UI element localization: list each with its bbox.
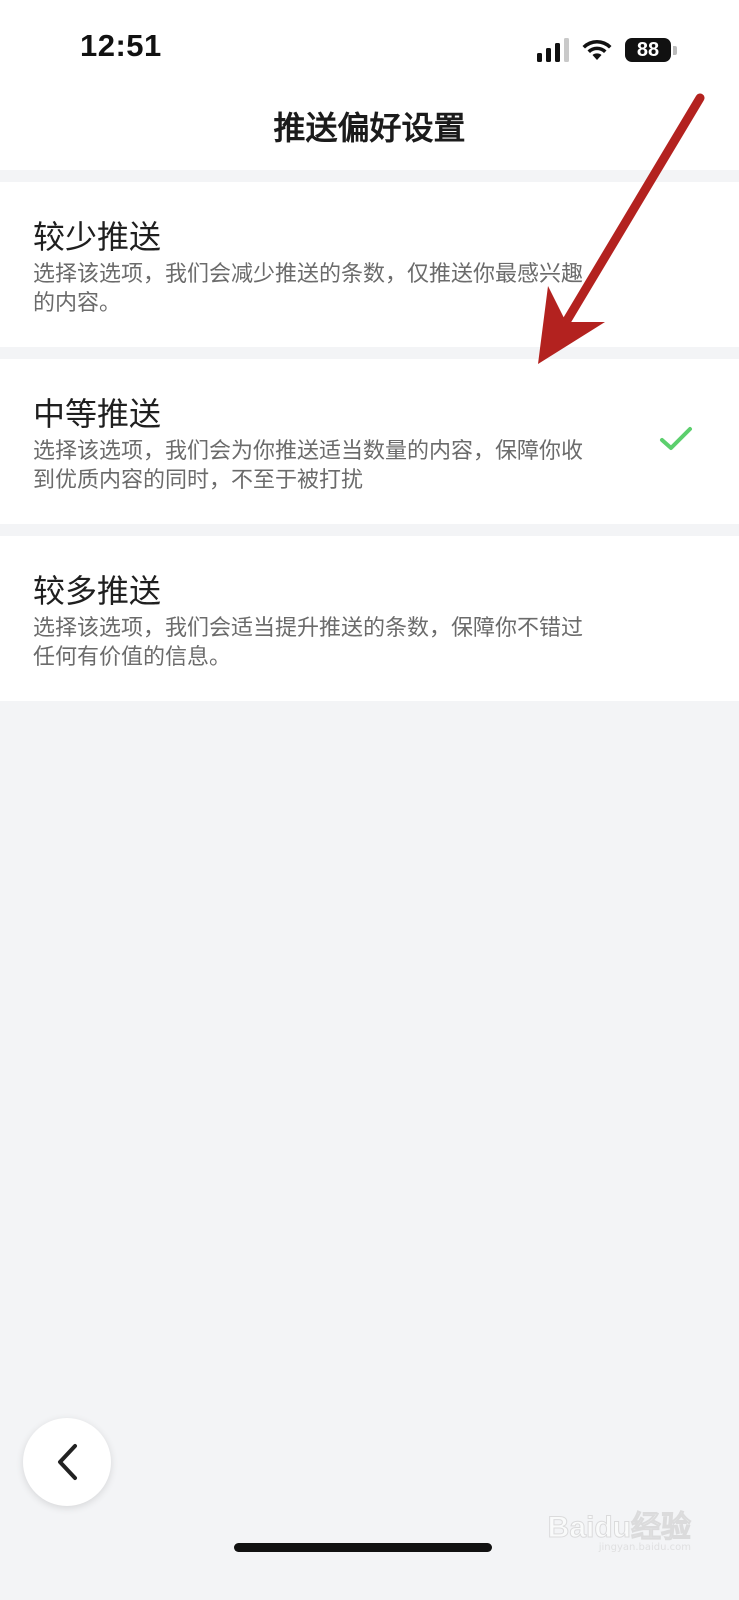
option-more-push[interactable]: 较多推送 选择该选项，我们会适当提升推送的条数，保障你不错过任何有价值的信息。 (0, 536, 739, 701)
cellular-signal-icon (537, 38, 569, 62)
home-indicator[interactable] (234, 1543, 492, 1552)
battery-level: 88 (636, 39, 660, 61)
page-title: 推送偏好设置 (273, 109, 466, 147)
option-title: 较多推送 (33, 572, 162, 610)
nav-bar: 推送偏好设置 (0, 92, 739, 170)
option-title: 中等推送 (33, 395, 162, 433)
battery-icon: 88 (625, 38, 671, 62)
watermark-url: jingyan.baidu.com (598, 1542, 691, 1553)
watermark: Baidu经验 jingyan.baidu.com (547, 1502, 691, 1554)
watermark-logo: Baidu经验 (547, 1511, 691, 1545)
option-description: 选择该选项，我们会减少推送的条数，仅推送你最感兴趣的内容。 (33, 262, 584, 316)
option-title: 较少推送 (33, 218, 162, 256)
option-description: 选择该选项，我们会适当提升推送的条数，保障你不错过任何有价值的信息。 (33, 616, 584, 670)
status-bar: 12:51 88 (0, 0, 739, 92)
back-button[interactable] (23, 1418, 111, 1506)
checkmark-icon (660, 427, 692, 450)
option-medium-push[interactable]: 中等推送 选择该选项，我们会为你推送适当数量的内容，保障你收到优质内容的同时，不… (0, 359, 739, 524)
status-icons: 88 (537, 36, 677, 64)
wifi-icon (582, 39, 612, 60)
option-description: 选择该选项，我们会为你推送适当数量的内容，保障你收到优质内容的同时，不至于被打扰 (33, 439, 584, 493)
chevron-left-icon (58, 1444, 77, 1480)
option-less-push[interactable]: 较少推送 选择该选项，我们会减少推送的条数，仅推送你最感兴趣的内容。 (0, 182, 739, 347)
status-time: 12:51 (80, 28, 162, 63)
battery-cap (673, 45, 677, 55)
